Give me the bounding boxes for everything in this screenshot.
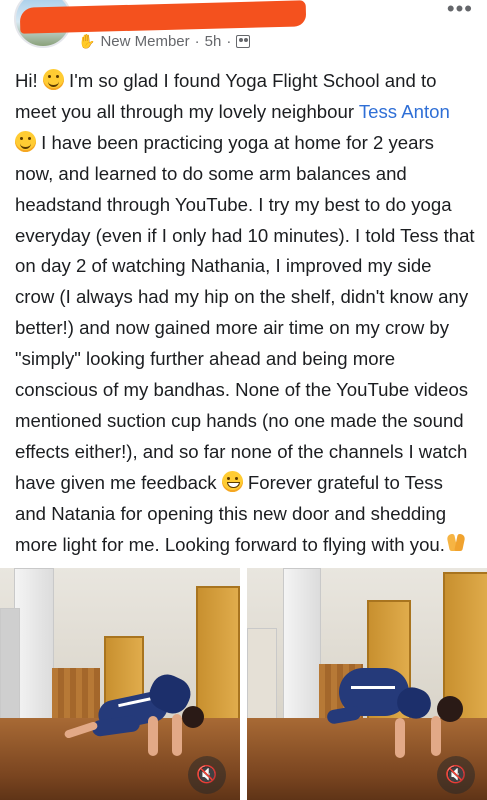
post-timestamp[interactable]: 5h — [205, 33, 222, 50]
folded-hands-icon — [445, 532, 467, 553]
yoga-photo-crow-front[interactable]: 🔇 — [247, 568, 487, 800]
waving-hand-icon: ✋ — [78, 33, 96, 49]
post-body-text: Hi! I'm so glad I found Yoga Flight Scho… — [15, 66, 475, 561]
more-options-button[interactable]: ••• — [447, 0, 473, 20]
grinning-face-icon — [221, 470, 243, 492]
post-text-part: I have been practicing yoga at home for … — [15, 131, 475, 493]
smiling-face-icon — [15, 130, 36, 152]
sound-toggle-icon[interactable]: 🔇 — [188, 756, 226, 794]
post-header: ✋ New Member · 5h · ••• — [0, 0, 487, 64]
group-privacy-icon — [236, 35, 251, 48]
meta-separator: · — [194, 33, 200, 50]
photo-grid: 🔇 🔇 — [0, 568, 487, 800]
yoga-photo-crow-side[interactable]: 🔇 — [0, 568, 240, 800]
author-badge: New Member — [100, 33, 190, 50]
sound-toggle-icon[interactable]: 🔇 — [437, 756, 475, 794]
post-text-part: Hi! — [15, 70, 43, 91]
post-meta: ✋ New Member · 5h · — [78, 33, 251, 50]
meta-separator-2: · — [226, 33, 232, 50]
smiling-face-icon — [42, 69, 64, 90]
mention-link[interactable]: Tess Anton — [359, 101, 450, 122]
